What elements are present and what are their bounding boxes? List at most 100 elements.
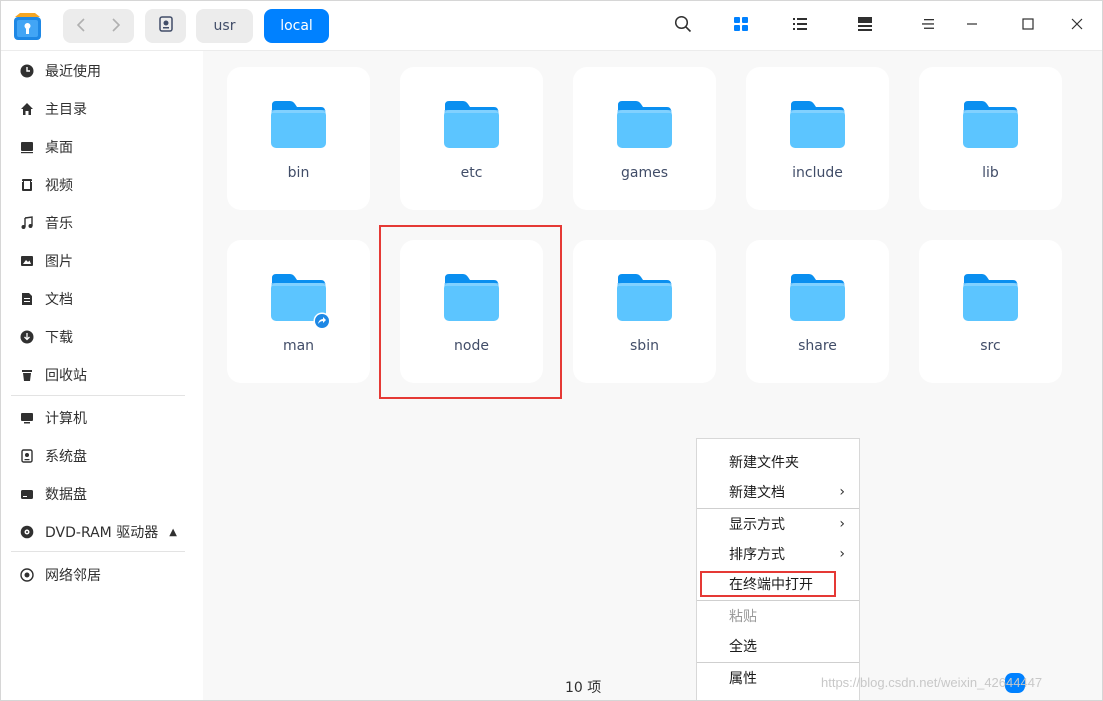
- maximize-button[interactable]: [1015, 13, 1041, 39]
- folder-name: sbin: [630, 338, 659, 354]
- main-menu-button[interactable]: [915, 13, 941, 39]
- file-manager-window: usr local 最近使用 主目录 桌面 视频 音乐 图片 文档 下载 回收站…: [0, 0, 1103, 701]
- chevron-left-icon: [76, 17, 86, 36]
- folder-tile[interactable]: man: [227, 240, 370, 383]
- list-view-icon: [792, 16, 808, 36]
- folder-tile[interactable]: sbin: [573, 240, 716, 383]
- sidebar-item-label: 文档: [45, 292, 73, 308]
- watermark: https://blog.csdn.net/weixin_42644447: [821, 675, 1043, 690]
- chevron-right-icon: ›: [839, 484, 845, 500]
- icon-view-icon: [733, 16, 749, 36]
- sidebar: 最近使用 主目录 桌面 视频 音乐 图片 文档 下载 回收站 计算机 系统盘 数…: [1, 51, 203, 700]
- sidebar-item-label: 回收站: [45, 368, 87, 384]
- menu-item-label: 新建文件夹: [729, 455, 799, 471]
- sidebar-item-computer[interactable]: 计算机: [19, 406, 189, 430]
- folder-name: share: [798, 338, 837, 354]
- context-menu: 新建文件夹 新建文档 › 显示方式 › 排序方式 › 在终端中打开 粘贴 全选 …: [696, 438, 860, 700]
- minimize-button[interactable]: [959, 13, 985, 39]
- sidebar-item-pictures[interactable]: 图片: [19, 249, 189, 273]
- highlight-node-folder: [379, 225, 562, 399]
- sidebar-divider: [11, 395, 185, 396]
- chevron-right-icon: ›: [839, 516, 845, 532]
- sidebar-item-label: 最近使用: [45, 64, 101, 80]
- close-button[interactable]: [1064, 13, 1090, 39]
- folder-name: src: [980, 338, 1001, 354]
- sidebar-item-data-disk[interactable]: 数据盘: [19, 482, 189, 506]
- detail-view-button[interactable]: [852, 13, 878, 39]
- sidebar-item-downloads[interactable]: 下载: [19, 325, 189, 349]
- sidebar-item-network[interactable]: 网络邻居: [19, 563, 189, 587]
- folder-icon: [962, 272, 1019, 322]
- drive-icon: [158, 16, 173, 36]
- sidebar-item-label: DVD-RAM 驱动器: [45, 525, 159, 541]
- document-icon: [19, 291, 35, 307]
- menu-select-all[interactable]: 全选: [729, 635, 853, 657]
- menu-item-label: 全选: [729, 639, 757, 655]
- eject-icon[interactable]: ▲: [169, 527, 177, 538]
- folder-tile[interactable]: include: [746, 67, 889, 210]
- folder-tile[interactable]: games: [573, 67, 716, 210]
- chevron-right-icon: ›: [839, 546, 845, 562]
- search-button[interactable]: [670, 13, 696, 39]
- download-icon: [19, 329, 35, 345]
- trash-icon: [19, 367, 35, 383]
- breadcrumb-local[interactable]: local: [264, 9, 329, 43]
- menu-paste[interactable]: 粘贴: [729, 605, 853, 627]
- sidebar-item-label: 主目录: [45, 102, 87, 118]
- menu-item-label: 排序方式: [729, 547, 785, 563]
- sidebar-item-recent[interactable]: 最近使用: [19, 59, 189, 83]
- folder-icon: [270, 272, 331, 330]
- menu-item-label: 新建文档: [729, 485, 785, 501]
- sidebar-item-home[interactable]: 主目录: [19, 97, 189, 121]
- back-button[interactable]: [63, 9, 98, 43]
- close-icon: [1071, 18, 1083, 34]
- folder-tile[interactable]: etc: [400, 67, 543, 210]
- folder-tile[interactable]: src: [919, 240, 1062, 383]
- menu-new-document[interactable]: 新建文档 ›: [729, 481, 853, 503]
- folder-tile[interactable]: bin: [227, 67, 370, 210]
- sidebar-item-label: 音乐: [45, 216, 73, 232]
- sidebar-item-videos[interactable]: 视频: [19, 173, 189, 197]
- maximize-icon: [1022, 18, 1034, 34]
- sidebar-divider: [11, 551, 185, 552]
- navigation-buttons: [63, 9, 134, 43]
- desktop-icon: [19, 139, 35, 155]
- data-disk-icon: [19, 486, 35, 502]
- dvd-icon: [19, 524, 35, 540]
- item-count: 10 项: [565, 680, 602, 696]
- root-drive-button[interactable]: [145, 9, 186, 43]
- folder-tile[interactable]: lib: [919, 67, 1062, 210]
- icon-view-button[interactable]: [728, 13, 754, 39]
- sidebar-item-documents[interactable]: 文档: [19, 287, 189, 311]
- sidebar-item-label: 桌面: [45, 140, 73, 156]
- chevron-right-icon: [111, 17, 121, 36]
- folder-name: games: [620, 165, 668, 181]
- minimize-icon: [966, 18, 978, 34]
- search-icon: [674, 15, 692, 37]
- folder-name: bin: [287, 165, 310, 181]
- menu-display-mode[interactable]: 显示方式 ›: [729, 513, 853, 535]
- sidebar-item-label: 系统盘: [45, 449, 87, 465]
- breadcrumb-usr[interactable]: usr: [196, 9, 253, 43]
- sidebar-item-system-disk[interactable]: 系统盘: [19, 444, 189, 468]
- folder-icon: [962, 99, 1019, 149]
- folder-icon: [270, 99, 327, 149]
- clock-icon: [19, 63, 35, 79]
- video-icon: [19, 177, 35, 193]
- file-view: bin etc games include lib man node sbin share src…: [203, 51, 1102, 700]
- sidebar-item-trash[interactable]: 回收站: [19, 363, 189, 387]
- menu-sort-by[interactable]: 排序方式 ›: [729, 543, 853, 565]
- detail-view-icon: [857, 16, 873, 36]
- sidebar-item-music[interactable]: 音乐: [19, 211, 189, 235]
- sidebar-item-dvd[interactable]: DVD-RAM 驱动器 ▲: [19, 520, 189, 544]
- menu-separator: [697, 662, 859, 663]
- list-view-button[interactable]: [787, 13, 813, 39]
- folder-tile[interactable]: share: [746, 240, 889, 383]
- folder-name: lib: [982, 165, 999, 181]
- folder-icon: [443, 99, 500, 149]
- forward-button[interactable]: [98, 9, 133, 43]
- titlebar: usr local: [1, 1, 1102, 51]
- sidebar-item-desktop[interactable]: 桌面: [19, 135, 189, 159]
- folder-icon: [616, 99, 673, 149]
- menu-new-folder[interactable]: 新建文件夹: [729, 451, 853, 473]
